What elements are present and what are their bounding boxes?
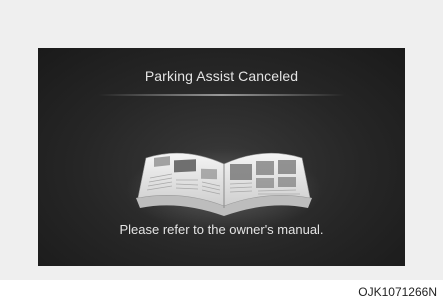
title-divider (98, 94, 345, 96)
open-book-icon (126, 148, 322, 232)
figure-code: OJK1071266N (358, 285, 437, 299)
manual-reference-message: Please refer to the owner's manual. (119, 222, 324, 237)
cluster-display: Parking Assist Canceled Please refer to … (38, 48, 405, 266)
alert-title: Parking Assist Canceled (144, 68, 299, 84)
figure-frame: Parking Assist Canceled Please refer to … (0, 0, 443, 280)
